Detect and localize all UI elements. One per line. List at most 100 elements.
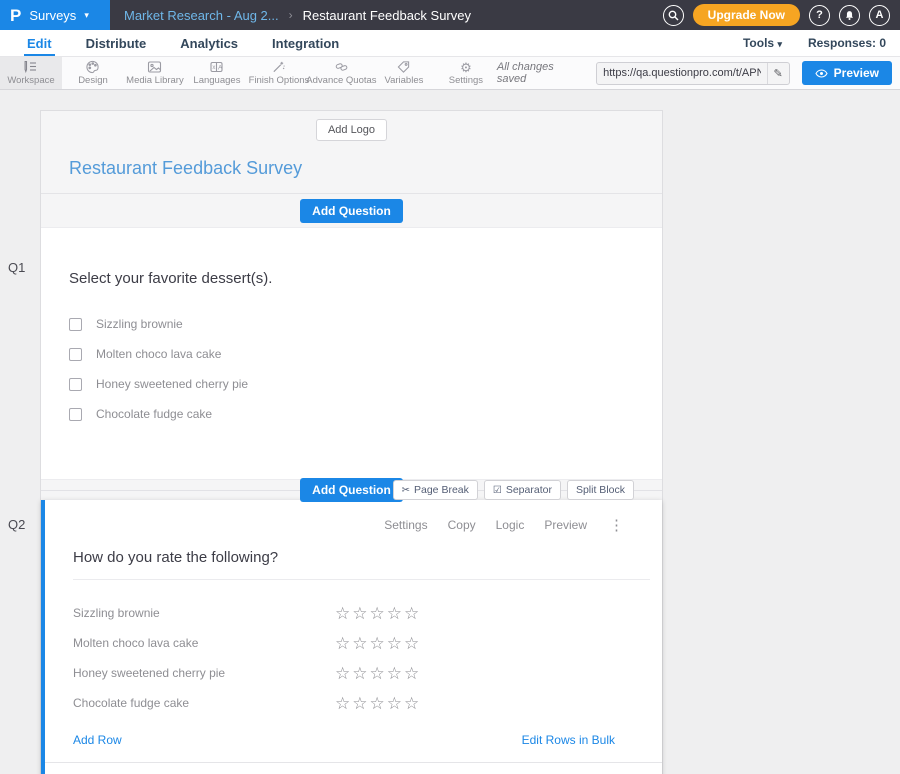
- top-bar: P Surveys ▾ Market Research - Aug 2... ›…: [0, 0, 900, 30]
- rating-row-label: Honey sweetened cherry pie: [73, 666, 335, 680]
- star-icon[interactable]: ☆: [387, 635, 402, 652]
- checkbox-option-label: Sizzling brownie: [96, 317, 183, 331]
- star-icon[interactable]: ☆: [335, 605, 350, 622]
- star-icon[interactable]: ☆: [387, 695, 402, 712]
- star-icon[interactable]: ☆: [387, 605, 402, 622]
- toolbar-right: All changes saved ✎ Preview: [497, 57, 900, 89]
- toolbar-item-media-library[interactable]: Media Library: [124, 57, 186, 89]
- row-actions: Add Row Edit Rows in Bulk: [73, 732, 662, 748]
- question-number-q2: Q2: [8, 517, 25, 532]
- toolbar-item-label: Design: [78, 75, 108, 86]
- breadcrumb-current: Restaurant Feedback Survey: [303, 8, 471, 23]
- upgrade-now-button[interactable]: Upgrade Now: [693, 4, 800, 26]
- toolbar-item-finish-options[interactable]: Finish Options: [248, 57, 310, 89]
- question-text-q1[interactable]: Select your favorite dessert(s).: [41, 228, 662, 289]
- toolbar-item-label: Finish Options: [249, 75, 310, 86]
- pencil-icon: ✎: [774, 67, 783, 80]
- image-icon: [147, 60, 162, 74]
- rating-row-label: Chocolate fudge cake: [73, 696, 335, 710]
- translate-icon: x A: [209, 60, 224, 74]
- question-copy-link[interactable]: Copy: [448, 518, 476, 532]
- star-icon[interactable]: ☆: [352, 635, 367, 652]
- star-icon[interactable]: ☆: [370, 635, 385, 652]
- toolbar-item-settings[interactable]: ⚙ Settings: [435, 57, 497, 89]
- toolbar-item-languages[interactable]: x A Languages: [186, 57, 248, 89]
- tab-distribute[interactable]: Distribute: [69, 30, 164, 56]
- star-icon[interactable]: ☆: [370, 695, 385, 712]
- add-row-link[interactable]: Add Row: [73, 733, 122, 747]
- preview-button[interactable]: Preview: [802, 61, 892, 85]
- star-icon[interactable]: ☆: [370, 665, 385, 682]
- star-icon[interactable]: ☆: [370, 605, 385, 622]
- toolbar-item-design[interactable]: Design: [62, 57, 124, 89]
- survey-title[interactable]: Restaurant Feedback Survey: [41, 141, 662, 193]
- tools-menu[interactable]: Tools ▾: [743, 36, 782, 50]
- star-icon[interactable]: ☆: [335, 665, 350, 682]
- star-icon[interactable]: ☆: [404, 665, 419, 682]
- save-status: All changes saved: [497, 61, 584, 85]
- nav-bar: Edit Distribute Analytics Integration To…: [0, 30, 900, 57]
- responses-count[interactable]: Responses: 0: [808, 36, 886, 50]
- help-button[interactable]: ?: [809, 5, 830, 26]
- notifications-button[interactable]: [839, 5, 860, 26]
- checkbox-option: Honey sweetened cherry pie: [69, 377, 634, 391]
- question-logic-link[interactable]: Logic: [496, 518, 525, 532]
- surveys-menu[interactable]: P Surveys ▾: [0, 0, 110, 30]
- add-question-button[interactable]: Add Question: [300, 478, 403, 502]
- toolbar-item-workspace[interactable]: Workspace: [0, 57, 62, 89]
- split-block-button[interactable]: Split Block: [567, 480, 634, 500]
- edit-toolbar: Workspace Design Media Library x A Langu…: [0, 57, 900, 90]
- workspace-icon: [23, 60, 38, 74]
- toolbar-item-variables[interactable]: Variables: [373, 57, 435, 89]
- separator-button[interactable]: ☑ Separator: [484, 480, 561, 500]
- svg-text:A: A: [218, 65, 223, 72]
- star-icon[interactable]: ☆: [352, 695, 367, 712]
- rating-row: Chocolate fudge cake ☆☆☆☆☆: [73, 688, 662, 718]
- checkbox-option: Molten choco lava cake: [69, 347, 634, 361]
- block-divider-row: Add Question ✂ Page Break ☑ Separator Sp…: [41, 480, 662, 500]
- checkbox[interactable]: [69, 348, 82, 361]
- star-icon[interactable]: ☆: [404, 695, 419, 712]
- star-icon[interactable]: ☆: [335, 695, 350, 712]
- add-logo-button[interactable]: Add Logo: [316, 119, 387, 141]
- survey-url-input[interactable]: [597, 67, 767, 79]
- checkbox[interactable]: [69, 318, 82, 331]
- star-icon[interactable]: ☆: [387, 665, 402, 682]
- add-question-button[interactable]: Add Question: [300, 199, 403, 223]
- checkbox[interactable]: [69, 378, 82, 391]
- star-icon[interactable]: ☆: [352, 665, 367, 682]
- question-settings-link[interactable]: Settings: [384, 518, 427, 532]
- add-question-row-top: Add Question: [41, 194, 662, 227]
- question-actions: Settings Copy Logic Preview ⋮: [73, 516, 662, 534]
- search-button[interactable]: [663, 5, 684, 26]
- kebab-menu-icon[interactable]: ⋮: [609, 516, 624, 534]
- question-text-q2[interactable]: How do you rate the following?: [73, 549, 650, 580]
- breadcrumb-parent-link[interactable]: Market Research - Aug 2...: [124, 8, 279, 23]
- magic-wand-icon: [271, 60, 286, 74]
- tag-icon: [396, 60, 411, 74]
- checkbox[interactable]: [69, 408, 82, 421]
- star-icon[interactable]: ☆: [404, 605, 419, 622]
- star-icon[interactable]: ☆: [335, 635, 350, 652]
- checkbox-option-list: Sizzling brownie Molten choco lava cake …: [41, 289, 662, 479]
- search-icon: [668, 10, 679, 21]
- tab-analytics[interactable]: Analytics: [163, 30, 255, 56]
- edit-url-button[interactable]: ✎: [767, 63, 789, 84]
- tab-integration[interactable]: Integration: [255, 30, 356, 56]
- question-block-q1[interactable]: Select your favorite dessert(s). Sizzlin…: [41, 227, 662, 480]
- rating-row: Sizzling brownie ☆☆☆☆☆: [73, 598, 662, 628]
- tab-edit[interactable]: Edit: [10, 30, 69, 56]
- edit-rows-in-bulk-link[interactable]: Edit Rows in Bulk: [522, 733, 615, 747]
- question-block-q2[interactable]: Settings Copy Logic Preview ⋮ How do you…: [41, 500, 662, 774]
- account-avatar[interactable]: A: [869, 5, 890, 26]
- star-icon[interactable]: ☆: [352, 605, 367, 622]
- rating-row: Molten choco lava cake ☆☆☆☆☆: [73, 628, 662, 658]
- palette-icon: [85, 60, 100, 74]
- toolbar-item-advance-quotas[interactable]: Advance Quotas: [310, 57, 373, 89]
- page-break-button[interactable]: ✂ Page Break: [393, 480, 478, 500]
- eye-icon: [815, 69, 828, 78]
- star-icon[interactable]: ☆: [404, 635, 419, 652]
- question-preview-link[interactable]: Preview: [544, 518, 587, 532]
- rating-row: Honey sweetened cherry pie ☆☆☆☆☆: [73, 658, 662, 688]
- breadcrumb: Market Research - Aug 2... › Restaurant …: [124, 0, 471, 30]
